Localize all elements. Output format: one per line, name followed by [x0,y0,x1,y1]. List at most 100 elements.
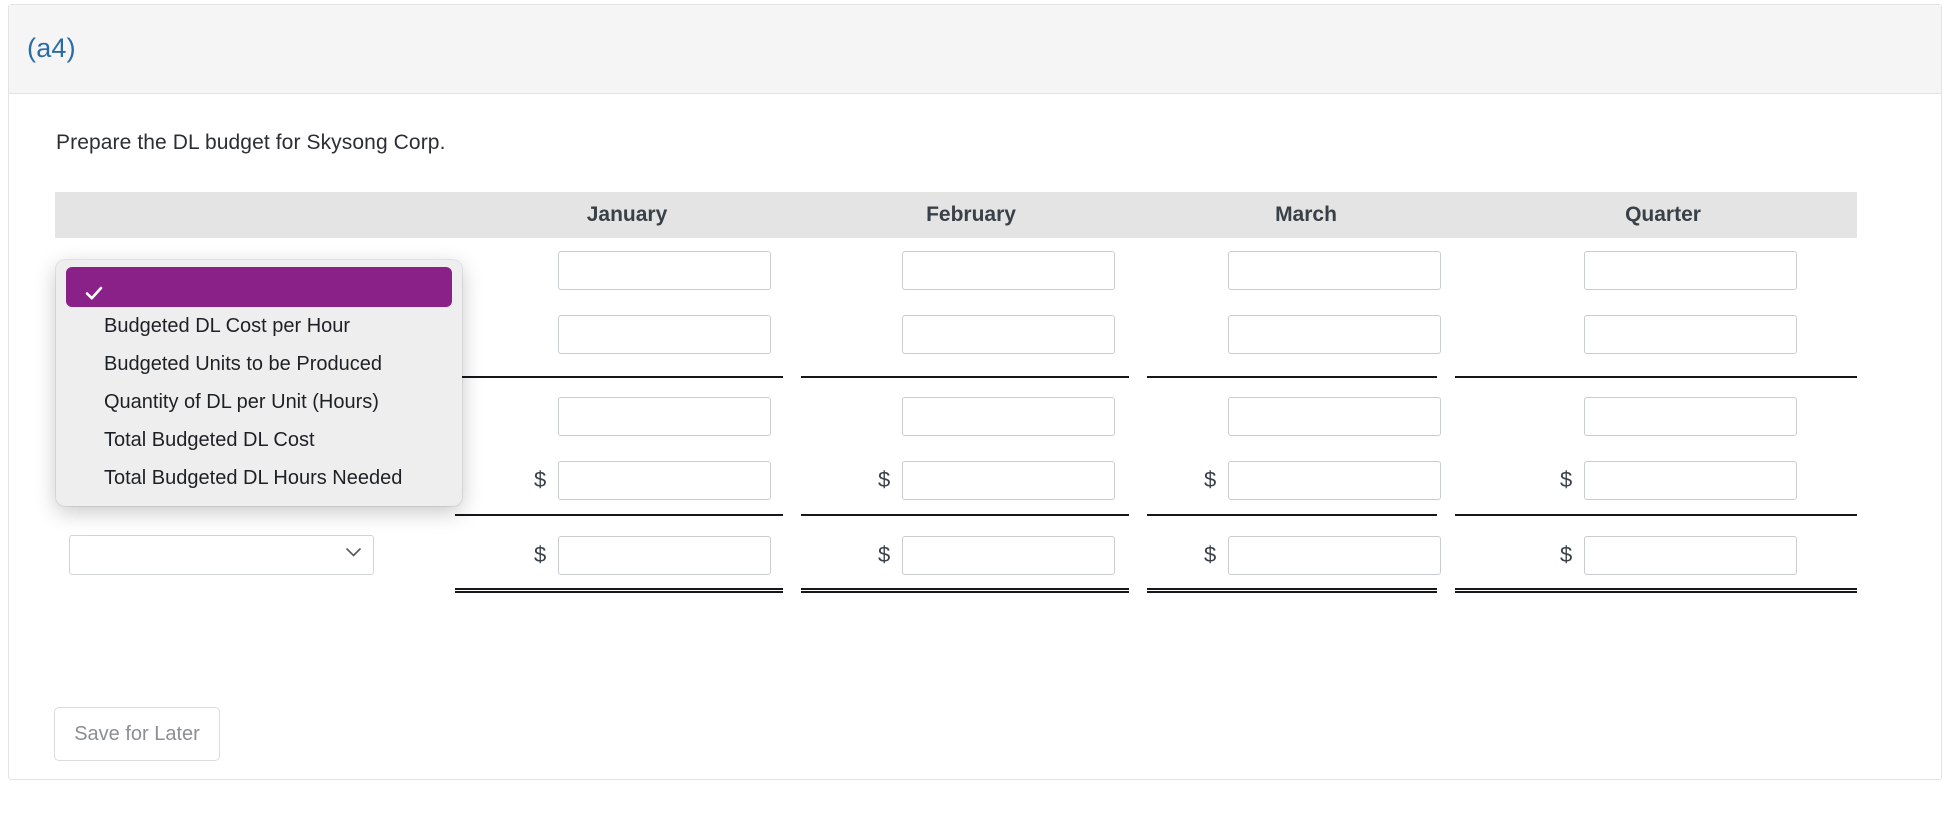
currency-symbol: $ [878,542,891,567]
currency-symbol: $ [1204,323,1218,345]
column-header-february: February [926,203,1016,226]
currency-symbol: $ [1204,405,1218,427]
dropdown-option-label: Quantity of DL per Unit (Hours) [104,391,379,413]
cell-january: $ [455,238,799,302]
total-rule-february [801,588,1129,593]
currency-symbol: $ [1560,542,1573,567]
input-february-row2[interactable] [902,314,1115,354]
column-header-label [55,192,455,238]
input-february-row3[interactable] [902,396,1115,436]
row-label-cell [55,523,455,587]
table-row: $ $ $ $ [55,523,1857,587]
currency-symbol: $ [1560,405,1574,427]
cell-march: $ [1143,302,1469,366]
input-january-row5[interactable] [558,535,771,575]
input-march-row1[interactable] [1228,250,1441,290]
input-march-row2[interactable] [1228,314,1441,354]
currency-symbol: $ [878,323,892,345]
row-rule-january [455,514,783,516]
account-title-value [80,536,350,576]
dropdown-option-label: Budgeted Units to be Produced [104,353,382,375]
cell-march: $ [1143,238,1469,302]
save-for-later-button[interactable]: Save for Later [54,707,220,761]
dropdown-option-budgeted-dl-cost-per-hour[interactable]: Budgeted DL Cost per Hour [56,307,462,345]
currency-symbol: $ [878,405,892,427]
currency-symbol: $ [1560,323,1574,345]
input-march-row3[interactable] [1228,396,1441,436]
dropdown-option-budgeted-units-to-be-produced[interactable]: Budgeted Units to be Produced [56,345,462,383]
currency-symbol: $ [534,467,547,492]
cell-january: $ [455,302,799,366]
row-rule-february [801,376,1129,378]
cell-quarter: $ [1469,302,1857,366]
cell-february: $ [799,523,1143,587]
dropdown-option-label: Total Budgeted DL Cost [104,429,315,451]
input-quarter-row2[interactable] [1584,314,1797,354]
row-rule-march [1147,376,1437,378]
currency-symbol: $ [1204,259,1218,281]
currency-symbol: $ [1560,467,1573,492]
currency-symbol: $ [1204,467,1217,492]
cell-quarter: $ [1469,384,1857,448]
column-header-january: January [586,203,668,226]
currency-symbol: $ [534,259,548,281]
row-rule-march [1147,514,1437,516]
cell-quarter: $ [1469,238,1857,302]
dropdown-option-quantity-of-dl-per-unit[interactable]: Quantity of DL per Unit (Hours) [56,383,462,421]
input-january-row2[interactable] [558,314,771,354]
cell-march: $ [1143,448,1469,512]
input-january-row4[interactable] [558,460,771,500]
question-panel: (a4) Prepare the DL budget for Skysong C… [8,4,1942,780]
currency-symbol: $ [878,259,892,281]
row-rule-january [455,376,783,378]
total-rule-quarter [1455,588,1857,593]
currency-symbol: $ [1560,259,1574,281]
total-rule-march [1147,588,1437,593]
cell-quarter: $ [1469,523,1857,587]
row-rule-february [801,514,1129,516]
row-rule-quarter [1455,514,1857,516]
dropdown-option-total-budgeted-dl-hours-needed[interactable]: Total Budgeted DL Hours Needed [56,459,462,497]
dropdown-option-blank[interactable] [66,267,452,307]
column-header-march: March [1275,203,1337,226]
part-label: (a4) [27,33,76,63]
input-quarter-row4[interactable] [1584,460,1797,500]
cell-january: $ [455,448,799,512]
cell-february: $ [799,302,1143,366]
dropdown-option-label: Budgeted DL Cost per Hour [104,315,351,337]
input-quarter-row3[interactable] [1584,396,1797,436]
page-title: Prepare the DL budget for Skysong Corp. [56,131,446,154]
input-quarter-row1[interactable] [1584,250,1797,290]
cell-february: $ [799,238,1143,302]
input-january-row1[interactable] [558,250,771,290]
input-march-row4[interactable] [1228,460,1441,500]
row-rule-quarter [1455,376,1857,378]
input-quarter-row5[interactable] [1584,535,1797,575]
check-icon [84,277,104,300]
account-title-dropdown-menu[interactable]: Budgeted DL Cost per Hour Budgeted Units… [56,260,462,506]
currency-symbol: $ [1204,542,1217,567]
cell-january: $ [455,523,799,587]
cell-january: $ [455,384,799,448]
input-february-row5[interactable] [902,535,1115,575]
dropdown-option-label: Total Budgeted DL Hours Needed [104,467,403,489]
cell-march: $ [1143,384,1469,448]
panel-header: (a4) [9,5,1941,94]
cell-quarter: $ [1469,448,1857,512]
column-header-quarter: Quarter [1625,203,1701,226]
cell-march: $ [1143,523,1469,587]
currency-symbol: $ [534,542,547,567]
cell-february: $ [799,384,1143,448]
currency-symbol: $ [534,405,548,427]
currency-symbol: $ [534,323,548,345]
input-february-row1[interactable] [902,250,1115,290]
account-title-select-row5[interactable] [69,535,374,575]
dropdown-option-total-budgeted-dl-cost[interactable]: Total Budgeted DL Cost [56,421,462,459]
input-january-row3[interactable] [558,396,771,436]
input-february-row4[interactable] [902,460,1115,500]
total-rule-january [455,588,783,593]
cell-february: $ [799,448,1143,512]
input-march-row5[interactable] [1228,535,1441,575]
table-header-row: January February March Quarter [55,192,1857,238]
currency-symbol: $ [878,467,891,492]
